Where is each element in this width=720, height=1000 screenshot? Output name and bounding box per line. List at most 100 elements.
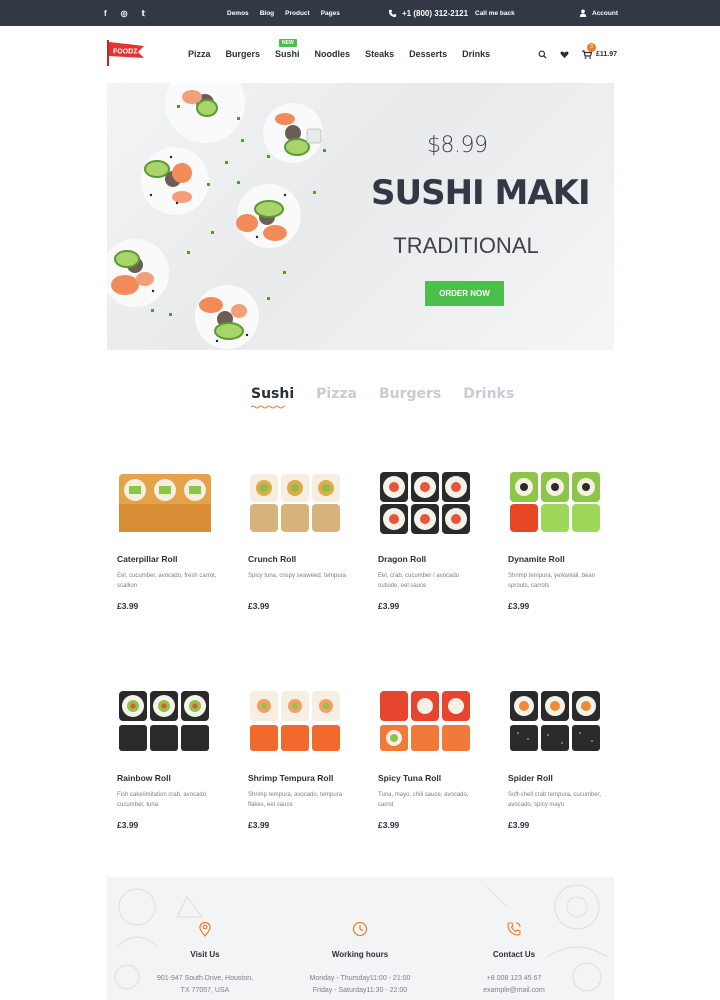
product-desc: Shrimp tempura, yellowtail, bean sprouts… [508, 573, 596, 589]
svg-text:FOODZ: FOODZ [113, 49, 138, 56]
search-icon[interactable] [538, 49, 547, 59]
product-desc: Shrimp tempura, avocado, tempura flakes,… [248, 792, 343, 808]
product-desc: Eel, cucumber, avocado, fresh carrot, sc… [117, 573, 217, 589]
dragon-roll-image [380, 472, 470, 534]
product-price: £3.99 [248, 601, 270, 611]
contact-us-block: Contact Us +8 008 123 45 67 example@mail… [439, 921, 589, 997]
product-name: Spider Roll [508, 773, 553, 783]
top-bar: f ◎ 𝕥 Demos Blog Product Pages +1 (800) … [0, 0, 720, 26]
order-now-button[interactable]: ORDER NOW [425, 281, 504, 306]
cart-total: £11.97 [596, 50, 618, 58]
product-name: Spicy Tuna Roll [378, 773, 442, 783]
working-hours-title: Working hours [331, 950, 389, 959]
contact-us-line[interactable]: +8 008 123 45 67 [439, 973, 589, 985]
tab-sushi[interactable]: Sushi [251, 386, 295, 409]
tab-drinks[interactable]: Drinks [463, 386, 514, 402]
product-name: Dynamite Roll [508, 554, 565, 564]
nav-item-desserts[interactable]: Desserts [409, 49, 447, 59]
product-price: £3.99 [117, 601, 139, 611]
nav-item-sushi-label: Sushi [275, 49, 300, 59]
crunch-roll-image [250, 474, 340, 532]
sushi-plates-image [107, 83, 326, 349]
product-price: £3.99 [508, 601, 530, 611]
phone-icon [388, 9, 397, 17]
contact-us-line[interactable]: example@mail.com [439, 985, 589, 997]
top-link-demos[interactable]: Demos [227, 10, 249, 17]
contact-us-title: Contact Us [492, 950, 536, 959]
nav-item-sushi[interactable]: NEW Sushi [275, 39, 300, 59]
active-underline-icon [251, 405, 285, 409]
shrimp-tempura-roll-image [250, 691, 340, 751]
product-price: £3.99 [117, 820, 139, 830]
product-name: Crunch Roll [248, 554, 297, 564]
social-links: f ◎ 𝕥 [104, 0, 145, 26]
hero-title: SUSHI MAKI [371, 173, 591, 213]
logo[interactable]: FOODZ [106, 38, 146, 68]
phone-ring-icon [507, 922, 521, 936]
nav-item-steaks[interactable]: Steaks [365, 49, 394, 59]
dynamite-roll-image [510, 472, 600, 532]
menu-tabs: Sushi Pizza Burgers Drinks [251, 386, 514, 409]
hero-banner: $8.99 SUSHI MAKI TRADITIONAL ORDER NOW [107, 83, 614, 350]
product-price: £3.99 [378, 820, 400, 830]
main-nav: Pizza Burgers NEW Sushi Noodles Steaks De… [188, 26, 490, 82]
spicy-tuna-roll-image [380, 691, 470, 751]
heart-icon[interactable] [560, 50, 569, 59]
nav-item-burgers[interactable]: Burgers [226, 49, 261, 59]
visit-us-block: Visit Us 901-947 South Drive, Houston, T… [130, 921, 280, 997]
product-desc: Tuna, mayo, chili sauce, avocado, carrot [378, 792, 469, 808]
product-card[interactable]: Shrimp Tempura Roll Shrimp tempura, avoc… [248, 687, 358, 830]
tab-burgers[interactable]: Burgers [379, 386, 441, 402]
product-card[interactable]: Dynamite Roll Shrimp tempura, yellowtail… [508, 468, 618, 611]
phone-text: +1 (800) 312-2121 [402, 8, 469, 18]
facebook-icon[interactable]: f [104, 9, 107, 18]
visit-us-line: TX 77057, USA [180, 987, 230, 994]
product-card[interactable]: Spicy Tuna Roll Tuna, mayo, chili sauce,… [378, 687, 488, 830]
footer-info: Visit Us 901-947 South Drive, Houston, T… [107, 877, 614, 1000]
new-badge: NEW [279, 39, 297, 47]
account-link[interactable]: Account [579, 0, 618, 26]
spider-roll-image [510, 691, 600, 751]
product-desc: Eel, crab, cucumber / avocado outside, e… [378, 573, 460, 589]
twitter-icon[interactable]: 𝕥 [142, 9, 146, 18]
call-me-back-link[interactable]: Call me back [475, 0, 515, 26]
top-link-product[interactable]: Product [285, 10, 310, 17]
product-card[interactable]: Caterpillar Roll Eel, cucumber, avocado,… [117, 468, 227, 611]
nav-item-drinks[interactable]: Drinks [462, 49, 490, 59]
nav-item-pizza[interactable]: Pizza [188, 49, 211, 59]
product-card[interactable]: Dragon Roll Eel, crab, cucumber / avocad… [378, 468, 488, 611]
product-name: Rainbow Roll [117, 773, 171, 783]
working-hours-line: Friday - Saturday11:30 - 22:00 [312, 987, 408, 994]
top-link-pages[interactable]: Pages [321, 10, 340, 17]
tab-pizza[interactable]: Pizza [316, 386, 357, 402]
main-header: FOODZ Pizza Burgers NEW Sushi Noodles Ste… [0, 26, 720, 82]
tab-sushi-label: Sushi [251, 386, 295, 402]
hero-subtitle: TRADITIONAL [393, 233, 539, 258]
rainbow-roll-image [119, 691, 209, 751]
working-hours-block: Working hours Monday - Thursday11:00 - 2… [285, 921, 435, 997]
product-desc: Spicy tuna, crispy seaweed, tempura [248, 573, 347, 579]
clock-icon [352, 921, 368, 937]
location-pin-icon [199, 921, 211, 937]
account-label: Account [592, 9, 618, 17]
caterpillar-roll-image [119, 474, 211, 532]
product-card[interactable]: Rainbow Roll Fish cake/imitation crab, a… [117, 687, 227, 830]
working-hours-line: Monday - Thursday11:00 - 21:00 [309, 975, 411, 982]
product-price: £3.99 [508, 820, 530, 830]
header-icons: 3 £11.97 [538, 26, 617, 82]
product-desc: Fish cake/imitation crab, avocado, cucum… [117, 792, 208, 808]
hero-price: $8.99 [427, 133, 488, 158]
nav-item-noodles[interactable]: Noodles [315, 49, 351, 59]
phone-number[interactable]: +1 (800) 312-2121 [388, 0, 468, 26]
product-name: Shrimp Tempura Roll [248, 773, 334, 783]
product-name: Dragon Roll [378, 554, 427, 564]
product-desc: Soft-shell crab tempura, cucumber, avoca… [508, 792, 602, 808]
product-card[interactable]: Crunch Roll Spicy tuna, crispy seaweed, … [248, 468, 358, 611]
product-price: £3.99 [248, 820, 270, 830]
instagram-icon[interactable]: ◎ [121, 9, 128, 18]
cart-button[interactable]: 3 £11.97 [582, 42, 618, 59]
top-links: Demos Blog Product Pages [227, 0, 340, 26]
cart-count-badge: 3 [587, 42, 596, 52]
top-link-blog[interactable]: Blog [260, 10, 274, 17]
product-card[interactable]: Spider Roll Soft-shell crab tempura, cuc… [508, 687, 618, 830]
